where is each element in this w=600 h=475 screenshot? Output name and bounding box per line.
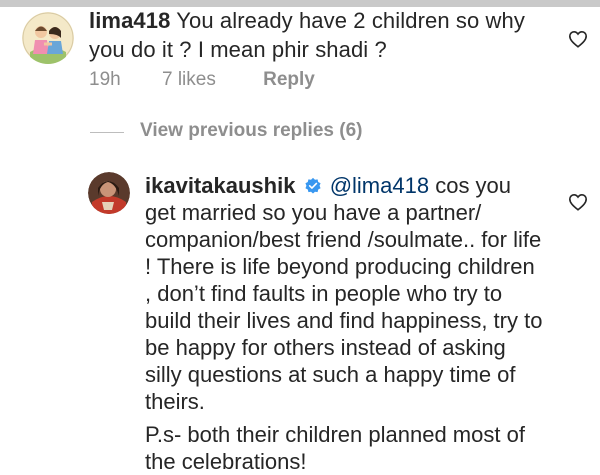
- comment-username[interactable]: lima418: [89, 8, 170, 33]
- avatar[interactable]: [22, 12, 74, 64]
- reply-text: cos you get married so you have a partne…: [145, 173, 543, 414]
- comment-text-block: lima418 You already have 2 children so w…: [89, 6, 559, 64]
- heart-icon[interactable]: [568, 30, 588, 48]
- reply-button[interactable]: Reply: [263, 69, 315, 90]
- comment-timestamp: 19h: [89, 69, 121, 90]
- replies-divider-line: [90, 132, 124, 133]
- reply-username[interactable]: ikavitakaushik: [145, 173, 295, 198]
- mention-link[interactable]: @lima418: [330, 173, 429, 198]
- verified-badge-icon: [304, 174, 322, 194]
- avatar-illustration: [22, 12, 74, 64]
- reply-avatar-photo: [88, 172, 130, 214]
- view-previous-replies-link[interactable]: View previous replies (6): [140, 120, 362, 142]
- reply-text-block: ikavitakaushik @lima418 cos you get marr…: [145, 172, 545, 475]
- reply-heart-icon[interactable]: [568, 193, 588, 211]
- comment-meta: 19h 7 likes Reply: [89, 69, 351, 91]
- reply-avatar[interactable]: [88, 172, 130, 214]
- reply-postscript: P.s- both their children planned most of…: [145, 422, 525, 474]
- comment-likes[interactable]: 7 likes: [162, 69, 216, 90]
